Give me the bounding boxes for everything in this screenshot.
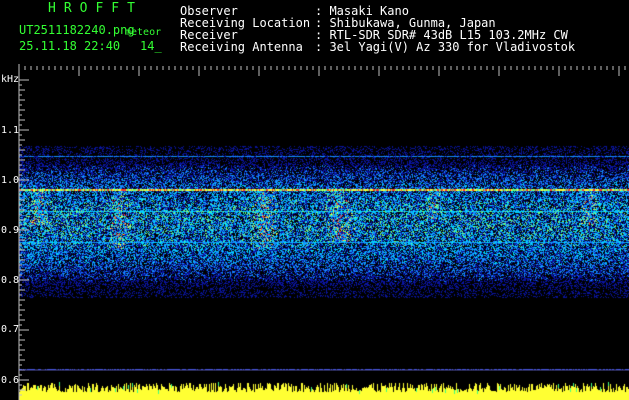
frame-number: 14_: [140, 39, 162, 53]
image-filename: UT2511182240.png: [19, 23, 135, 37]
y-tick-label: 1.1: [1, 125, 20, 136]
y-axis-unit: kHz: [1, 74, 20, 85]
y-tick-label: 0.6: [1, 375, 20, 386]
app-brand-title: HROFFT: [48, 1, 143, 16]
y-tick-label: 0.9: [1, 225, 20, 236]
field-value-antenna: : 3el Yagi(V) Az 330 for Vladivostok: [315, 40, 576, 54]
y-tick-label: 0.8: [1, 275, 20, 286]
y-tick-label: 0.7: [1, 324, 20, 335]
timestamp: 25.11.18 22:40: [19, 39, 121, 53]
spectrogram-plot: [19, 64, 629, 400]
event-type-label: meteor: [125, 27, 162, 38]
y-tick-label: 1.0: [1, 175, 20, 186]
field-label-antenna: Receiving Antenna: [180, 40, 303, 54]
